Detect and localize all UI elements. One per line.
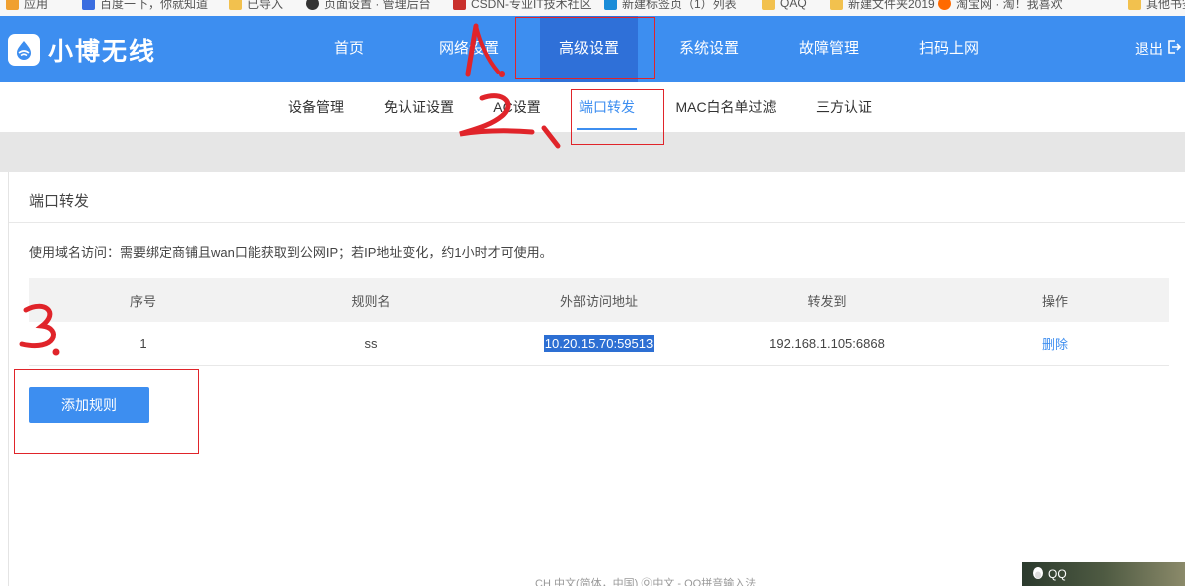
tab-port-forwarding[interactable]: 端口转发 — [577, 82, 637, 132]
column-header-action: 操作 — [1041, 293, 1068, 309]
cell-external-address: 10.20.15.70:59513 — [485, 335, 713, 352]
qq-penguin-icon — [1032, 566, 1044, 583]
nav-home[interactable]: 首页 — [318, 16, 380, 82]
baidu-icon — [82, 0, 95, 10]
nav-advanced-settings[interactable]: 高级设置 — [540, 16, 638, 82]
bookmark-imported[interactable]: 已导入 — [229, 0, 283, 13]
table-row: 1 ss 10.20.15.70:59513 192.168.1.105:686… — [29, 322, 1169, 366]
ime-status-hint: CH 中文(简体，中国) Ⓠ中文 - QQ拼音输入法 — [535, 578, 757, 586]
sub-navigation: 设备管理 免认证设置 AC设置 端口转发 MAC白名单过滤 三方认证 — [0, 82, 1185, 132]
apps-icon — [6, 0, 19, 10]
port-forwarding-panel: 端口转发 使用域名访问：需要绑定商铺且wan口能获取到公网IP；若IP地址变化，… — [8, 172, 1185, 586]
cell-rule-name: ss — [364, 336, 378, 351]
bookmark-new-folder[interactable]: 新建文件夹2019 — [830, 0, 935, 13]
tab-auth-exempt[interactable]: 免认证设置 — [382, 82, 456, 132]
content-spacer — [0, 132, 1185, 172]
bookmark-other[interactable]: 其他书签 — [1128, 0, 1185, 13]
top-navigation: 小博无线 首页 网络设置 高级设置 系统设置 故障管理 扫码上网 退出 — [0, 16, 1185, 82]
brand-logo[interactable]: 小博无线 — [8, 32, 156, 68]
column-header-rule-name: 规则名 — [351, 293, 391, 309]
folder-icon — [830, 0, 843, 10]
bookmark-qaq[interactable]: QAQ — [762, 0, 807, 13]
cell-forward-to: 192.168.1.105:6868 — [769, 336, 885, 351]
bookmark-baidu[interactable]: 百度一下，你就知道 — [82, 0, 208, 13]
nav-fault-management[interactable]: 故障管理 — [790, 16, 868, 82]
logout-button[interactable]: 退出 — [1135, 16, 1182, 82]
folder-icon — [762, 0, 775, 10]
logout-label: 退出 — [1135, 41, 1163, 57]
bookmark-page-settings[interactable]: 页面设置 · 管理后台 — [306, 0, 431, 13]
panel-title: 端口转发 — [29, 193, 90, 210]
brand-name: 小博无线 — [48, 38, 157, 66]
bookmark-apps[interactable]: 应用 — [6, 0, 48, 13]
column-header-index: 序号 — [129, 293, 156, 309]
qq-label: QQ — [1048, 567, 1067, 581]
bookmarks-bar: 应用 百度一下，你就知道 已导入 页面设置 · 管理后台 CSDN-专业IT技术… — [0, 0, 1185, 16]
panel-divider — [9, 222, 1185, 223]
external-address-selected-text[interactable]: 10.20.15.70:59513 — [543, 335, 655, 352]
tab-third-party-auth[interactable]: 三方认证 — [814, 82, 874, 132]
domain-access-notice: 使用域名访问：需要绑定商铺且wan口能获取到公网IP；若IP地址变化，约1小时才… — [29, 245, 553, 260]
column-header-external-address: 外部访问地址 — [559, 293, 638, 309]
bookmark-taobao[interactable]: 淘宝网 · 淘！我喜欢 — [938, 0, 1063, 13]
tab-device-management[interactable]: 设备管理 — [286, 82, 346, 132]
bookmark-csdn[interactable]: CSDN-专业IT技术社区 — [453, 0, 592, 13]
qq-notification[interactable]: QQ — [1022, 562, 1185, 586]
nav-system-settings[interactable]: 系统设置 — [670, 16, 748, 82]
csdn-icon — [453, 0, 466, 10]
page-icon — [604, 0, 617, 10]
logo-wifi-icon — [8, 34, 40, 66]
column-header-forward-to: 转发到 — [807, 293, 847, 309]
cell-index: 1 — [139, 336, 147, 351]
port-forward-table: 序号 规则名 外部访问地址 转发到 操作 1 ss 10.20.15.70:59… — [29, 278, 1169, 366]
github-icon — [306, 0, 319, 10]
logout-icon — [1167, 16, 1182, 82]
tab-mac-whitelist[interactable]: MAC白名单过滤 — [674, 82, 778, 132]
add-rule-button[interactable]: 添加规则 — [29, 387, 149, 423]
bookmark-new-tab[interactable]: 新建标签页（1）列表 — [604, 0, 737, 13]
folder-icon — [1128, 0, 1141, 10]
folder-icon — [229, 0, 242, 10]
table-header: 序号 规则名 外部访问地址 转发到 操作 — [29, 278, 1169, 322]
delete-rule-link[interactable]: 删除 — [1042, 337, 1068, 352]
cell-action: 删除 — [941, 334, 1169, 353]
nav-network-settings[interactable]: 网络设置 — [430, 16, 508, 82]
nav-scan-to-surf[interactable]: 扫码上网 — [910, 16, 988, 82]
tab-ac-settings[interactable]: AC设置 — [492, 82, 542, 132]
taobao-icon — [938, 0, 951, 10]
